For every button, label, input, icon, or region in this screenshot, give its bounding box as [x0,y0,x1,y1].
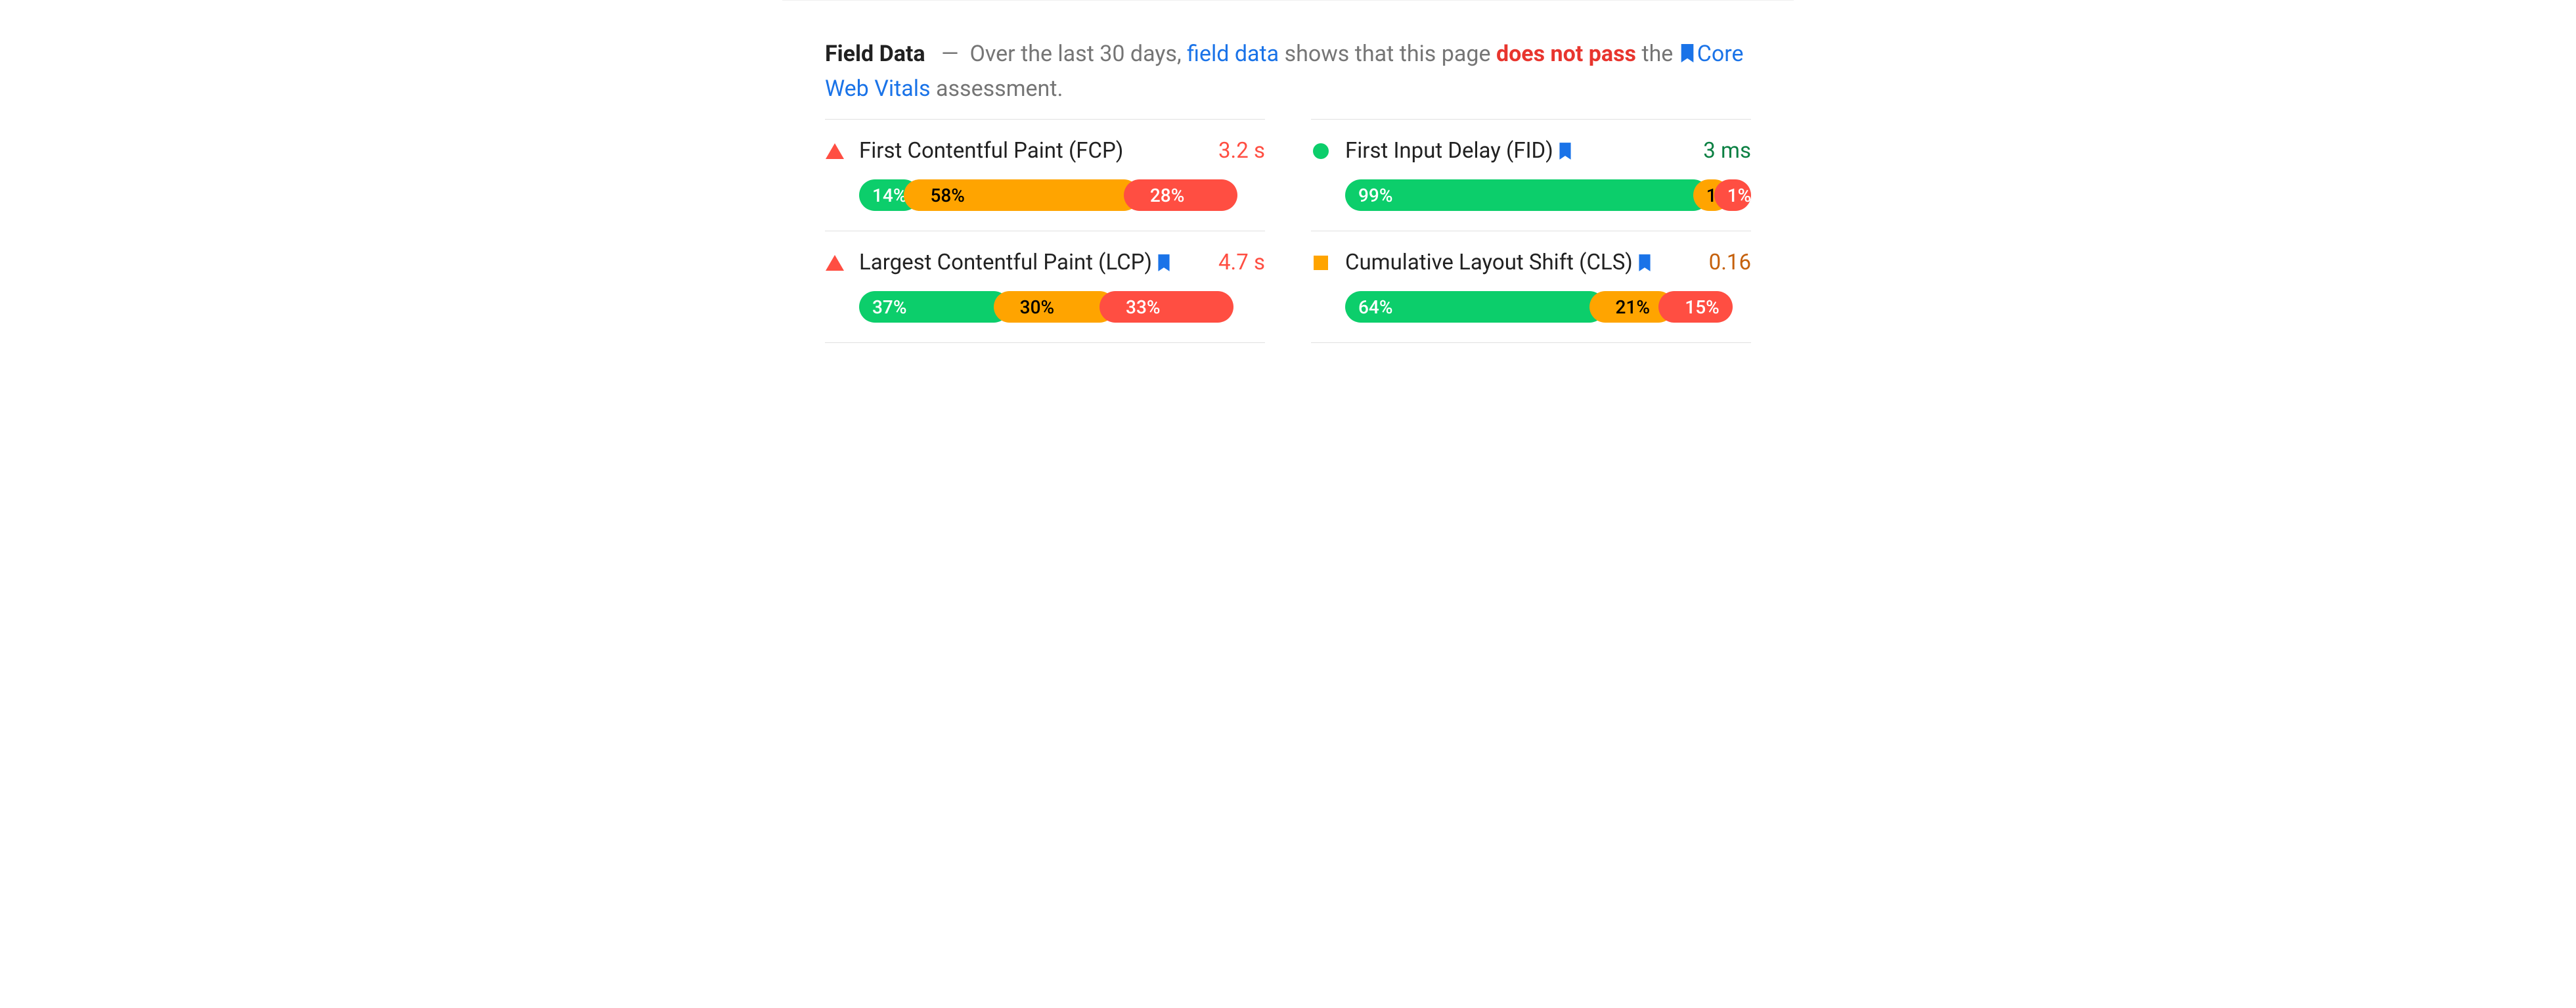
segment-avg: 30% [994,291,1115,323]
segment-good: 99% [1345,179,1709,211]
status-avg-icon [1311,253,1331,273]
metric-value: 3 ms [1703,138,1751,164]
metric-fcp: First Contentful Paint (FCP) 3.2 s 14% 5… [825,119,1265,231]
metric-value: 3.2 s [1218,138,1265,164]
bookmark-icon [1680,44,1695,62]
segment-avg: 58% [904,179,1139,211]
bookmark-icon [1638,254,1651,271]
metric-label: Largest Contentful Paint (LCP) [859,250,1218,275]
segment-good: 64% [1345,291,1605,323]
status-poor-icon [825,253,845,273]
segment-good: 37% [859,291,1010,323]
metric-label: Cumulative Layout Shift (CLS) [1345,250,1709,275]
segment-poor: 1% [1714,179,1751,211]
segment-poor: 28% [1124,179,1237,211]
field-data-link[interactable]: field data [1187,41,1279,67]
metric-fid: First Input Delay (FID) 3 ms 99% 1% 1% [1311,119,1751,231]
distribution-bar: 64% 21% 15% [1345,291,1751,323]
summary-text-tail: assessment. [936,76,1063,102]
segment-poor: 15% [1658,291,1732,323]
summary-text-post: the [1641,41,1673,67]
dash-separator: — [941,41,964,67]
distribution-bar: 99% 1% 1% [1345,179,1751,211]
metric-label: First Input Delay (FID) [1345,138,1703,164]
summary-text-mid: shows that this page [1285,41,1491,67]
metric-label: First Contentful Paint (FCP) [859,138,1218,164]
distribution-bar: 37% 30% 33% [859,291,1265,323]
distribution-bar: 14% 58% 28% [859,179,1265,211]
field-data-summary: Field Data — Over the last 30 days, fiel… [825,37,1751,106]
status-poor-icon [825,141,845,161]
status-good-icon [1311,141,1331,161]
metric-value: 0.16 [1709,250,1751,275]
metric-cls: Cumulative Layout Shift (CLS) 0.16 64% 2… [1311,231,1751,343]
assessment-status: does not pass [1496,41,1636,67]
metrics-grid: First Contentful Paint (FCP) 3.2 s 14% 5… [825,119,1751,343]
summary-text-pre: Over the last 30 days, [969,41,1181,67]
bookmark-icon [1157,254,1170,271]
section-title: Field Data [825,41,925,67]
field-data-panel: Field Data — Over the last 30 days, fiel… [782,0,1794,369]
metric-lcp: Largest Contentful Paint (LCP) 4.7 s 37%… [825,231,1265,343]
segment-poor: 33% [1099,291,1233,323]
bookmark-icon [1559,143,1572,160]
metric-value: 4.7 s [1218,250,1265,275]
